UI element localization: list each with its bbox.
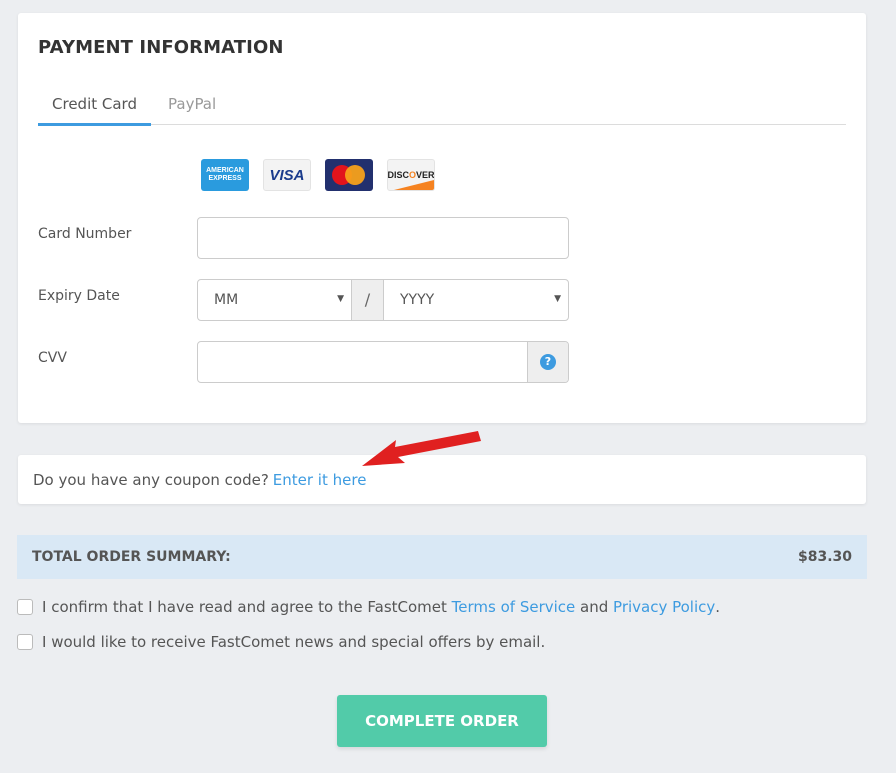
discover-text-dot: O (409, 170, 417, 180)
cvv-input[interactable] (198, 342, 527, 382)
expiry-month-select[interactable]: MM ▼ (198, 280, 351, 320)
visa-icon: VISA (263, 159, 311, 191)
cvv-label: CVV (38, 350, 67, 366)
amex-text-line2: EXPRESS (208, 175, 242, 182)
discover-icon: DISCOVER (387, 159, 435, 191)
payment-information-card: PAYMENT INFORMATION Credit Card PayPal A… (18, 13, 866, 423)
expiry-separator: / (351, 280, 384, 320)
visa-text: VISA (269, 166, 305, 184)
terms-of-service-link[interactable]: Terms of Service (452, 598, 576, 616)
tos-text-suffix: . (715, 598, 721, 616)
caret-down-icon: ▼ (337, 294, 344, 304)
cvv-help-addon: ? (527, 342, 568, 382)
tos-text-prefix: I confirm that I have read and agree to … (42, 598, 452, 616)
cvv-group: ? (197, 341, 569, 383)
expiry-date-group: MM ▼ / YYYY ▼ (197, 279, 569, 321)
privacy-policy-link[interactable]: Privacy Policy (613, 598, 715, 616)
tos-agreement-row: I confirm that I have read and agree to … (17, 598, 720, 616)
newsletter-text: I would like to receive FastComet news a… (42, 633, 546, 651)
tos-checkbox[interactable] (17, 599, 33, 615)
accepted-cards: AMERICAN EXPRESS VISA DISCOVER (201, 159, 435, 191)
expiry-month-value: MM (214, 292, 239, 308)
amex-icon: AMERICAN EXPRESS (201, 159, 249, 191)
expiry-year-select[interactable]: YYYY ▼ (384, 280, 568, 320)
complete-order-button[interactable]: COMPLETE ORDER (337, 695, 547, 747)
summary-total: $83.30 (797, 549, 852, 565)
mastercard-orange-circle (345, 165, 365, 185)
enter-coupon-link[interactable]: Enter it here (273, 471, 367, 489)
tos-text-and: and (575, 598, 614, 616)
payment-title: PAYMENT INFORMATION (38, 37, 284, 58)
coupon-question: Do you have any coupon code? (33, 471, 269, 489)
question-circle-icon[interactable]: ? (540, 354, 556, 370)
order-summary-bar: TOTAL ORDER SUMMARY: $83.30 (17, 535, 867, 579)
tab-paypal[interactable]: PayPal (168, 95, 216, 125)
mastercard-icon (325, 159, 373, 191)
card-number-label: Card Number (38, 226, 132, 242)
discover-stripe (394, 180, 434, 190)
card-number-input[interactable] (197, 217, 569, 259)
arrow-shape (362, 431, 481, 466)
red-arrow-annotation (362, 431, 481, 466)
discover-text-pre: DISC (387, 170, 409, 180)
tab-credit-card[interactable]: Credit Card (38, 95, 151, 126)
payment-method-tabs: Credit Card PayPal (38, 91, 846, 126)
newsletter-checkbox[interactable] (17, 634, 33, 650)
amex-text-line1: AMERICAN (206, 167, 244, 174)
discover-text-post: VER (416, 170, 435, 180)
summary-label: TOTAL ORDER SUMMARY: (32, 549, 231, 565)
expiry-year-value: YYYY (400, 292, 435, 308)
expiry-date-label: Expiry Date (38, 288, 120, 304)
coupon-text: Do you have any coupon code? Enter it her… (33, 471, 366, 489)
caret-down-icon: ▼ (554, 294, 561, 304)
newsletter-row: I would like to receive FastComet news a… (17, 633, 545, 651)
